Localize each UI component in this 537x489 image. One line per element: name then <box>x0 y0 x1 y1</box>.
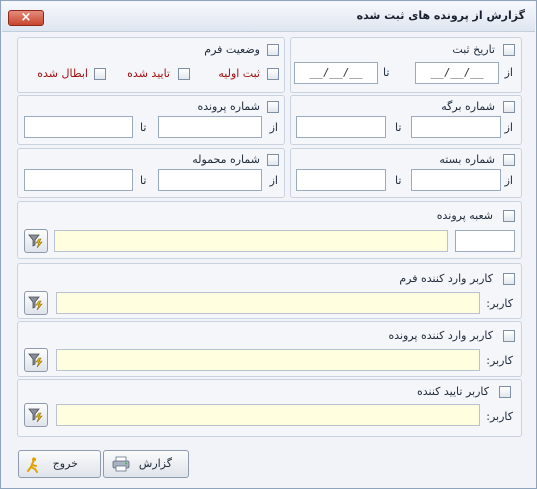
registration-date-from-field[interactable]: __/__/__ <box>415 62 499 84</box>
form-status-group: وضعیت فرم ثبت اولیه تایید شده ابطال شده <box>17 37 285 93</box>
sheet-number-to-field[interactable] <box>296 116 386 138</box>
file-number-checkbox[interactable] <box>267 101 279 113</box>
shipment-number-to-field[interactable] <box>24 169 133 191</box>
user-label: کاربر: <box>486 354 513 367</box>
exit-button[interactable]: خروج <box>18 450 101 478</box>
file-entry-user-checkbox[interactable] <box>503 330 515 342</box>
file-number-to-field[interactable] <box>24 116 133 138</box>
to-label: تا <box>383 66 390 79</box>
user-label: کاربر: <box>486 410 513 423</box>
package-number-from-field[interactable] <box>411 169 501 191</box>
to-label: تا <box>395 121 402 134</box>
file-branch-code-field[interactable] <box>455 230 515 252</box>
shipment-number-label: شماره محموله <box>192 153 260 166</box>
report-button-label: گزارش <box>138 457 172 470</box>
exit-runner-icon <box>27 457 38 473</box>
file-entry-user-field[interactable] <box>56 349 480 371</box>
file-number-label: شماره پرونده <box>197 100 260 113</box>
filter-lightning-icon <box>28 408 43 423</box>
status-initial-checkbox[interactable] <box>267 68 279 80</box>
file-branch-filter-button[interactable] <box>24 229 48 253</box>
from-label: از <box>504 66 513 79</box>
close-icon: × <box>20 10 32 25</box>
file-branch-group: شعبه پرونده <box>17 201 522 259</box>
package-number-label: شماره بسته <box>439 153 495 166</box>
title-bar: گزارش از پرونده های ثبت شده × <box>2 2 535 32</box>
file-number-from-field[interactable] <box>158 116 262 138</box>
approver-user-checkbox[interactable] <box>499 386 511 398</box>
printer-icon <box>112 456 130 472</box>
from-label: از <box>504 174 513 187</box>
registration-date-group: تاریخ ثبت از __/__/__ تا __/__/__ <box>290 37 522 93</box>
shipment-number-from-field[interactable] <box>158 169 262 191</box>
filter-lightning-icon <box>28 234 43 249</box>
package-number-to-field[interactable] <box>296 169 386 191</box>
exit-button-label: خروج <box>52 457 78 470</box>
package-number-checkbox[interactable] <box>503 154 515 166</box>
to-label: تا <box>140 174 147 187</box>
form-entry-user-field[interactable] <box>56 292 480 314</box>
status-initial-label: ثبت اولیه <box>218 67 260 80</box>
status-cancelled-label: ابطال شده <box>37 67 88 80</box>
form-entry-user-label: کاربر وارد کننده فرم <box>399 272 493 285</box>
filter-lightning-icon <box>28 353 43 368</box>
form-entry-user-filter-button[interactable] <box>24 291 48 315</box>
report-dialog: گزارش از پرونده های ثبت شده × تاریخ ثبت … <box>0 0 537 489</box>
file-entry-user-label: کاربر وارد کننده پرونده <box>388 329 493 342</box>
approver-user-group: کاربر تایید کننده کاربر: <box>17 379 522 437</box>
filter-lightning-icon <box>28 296 43 311</box>
from-label: از <box>504 121 513 134</box>
package-number-group: شماره بسته از تا <box>290 148 522 198</box>
report-button[interactable]: گزارش <box>103 450 189 478</box>
to-label: تا <box>395 174 402 187</box>
file-entry-user-group: کاربر وارد کننده پرونده کاربر: <box>17 321 522 377</box>
status-approved-checkbox[interactable] <box>178 68 190 80</box>
registration-date-checkbox[interactable] <box>503 44 515 56</box>
status-cancelled-checkbox[interactable] <box>94 68 106 80</box>
close-button[interactable]: × <box>8 10 44 26</box>
shipment-number-group: شماره محموله از تا <box>17 148 285 198</box>
form-entry-user-group: کاربر وارد کننده فرم کاربر: <box>17 263 522 319</box>
status-approved-label: تایید شده <box>127 67 170 80</box>
user-label: کاربر: <box>486 297 513 310</box>
approver-user-label: کاربر تایید کننده <box>416 385 489 398</box>
window-title: گزارش از پرونده های ثبت شده <box>356 9 525 22</box>
to-label: تا <box>140 121 147 134</box>
file-entry-user-filter-button[interactable] <box>24 348 48 372</box>
sheet-number-checkbox[interactable] <box>503 101 515 113</box>
sheet-number-from-field[interactable] <box>411 116 501 138</box>
registration-date-to-field[interactable]: __/__/__ <box>294 62 378 84</box>
form-entry-user-checkbox[interactable] <box>503 273 515 285</box>
file-branch-label: شعبه پرونده <box>436 209 493 222</box>
file-number-group: شماره پرونده از تا <box>17 95 285 145</box>
registration-date-label: تاریخ ثبت <box>452 43 495 56</box>
from-label: از <box>269 121 278 134</box>
file-branch-checkbox[interactable] <box>503 210 515 222</box>
approver-user-field[interactable] <box>56 404 480 426</box>
file-branch-name-field[interactable] <box>54 230 448 252</box>
sheet-number-label: شماره برگه <box>441 100 495 113</box>
form-status-checkbox[interactable] <box>267 44 279 56</box>
from-label: از <box>269 174 278 187</box>
form-status-label: وضعیت فرم <box>204 43 260 56</box>
approver-user-filter-button[interactable] <box>24 403 48 427</box>
sheet-number-group: شماره برگه از تا <box>290 95 522 145</box>
shipment-number-checkbox[interactable] <box>267 154 279 166</box>
